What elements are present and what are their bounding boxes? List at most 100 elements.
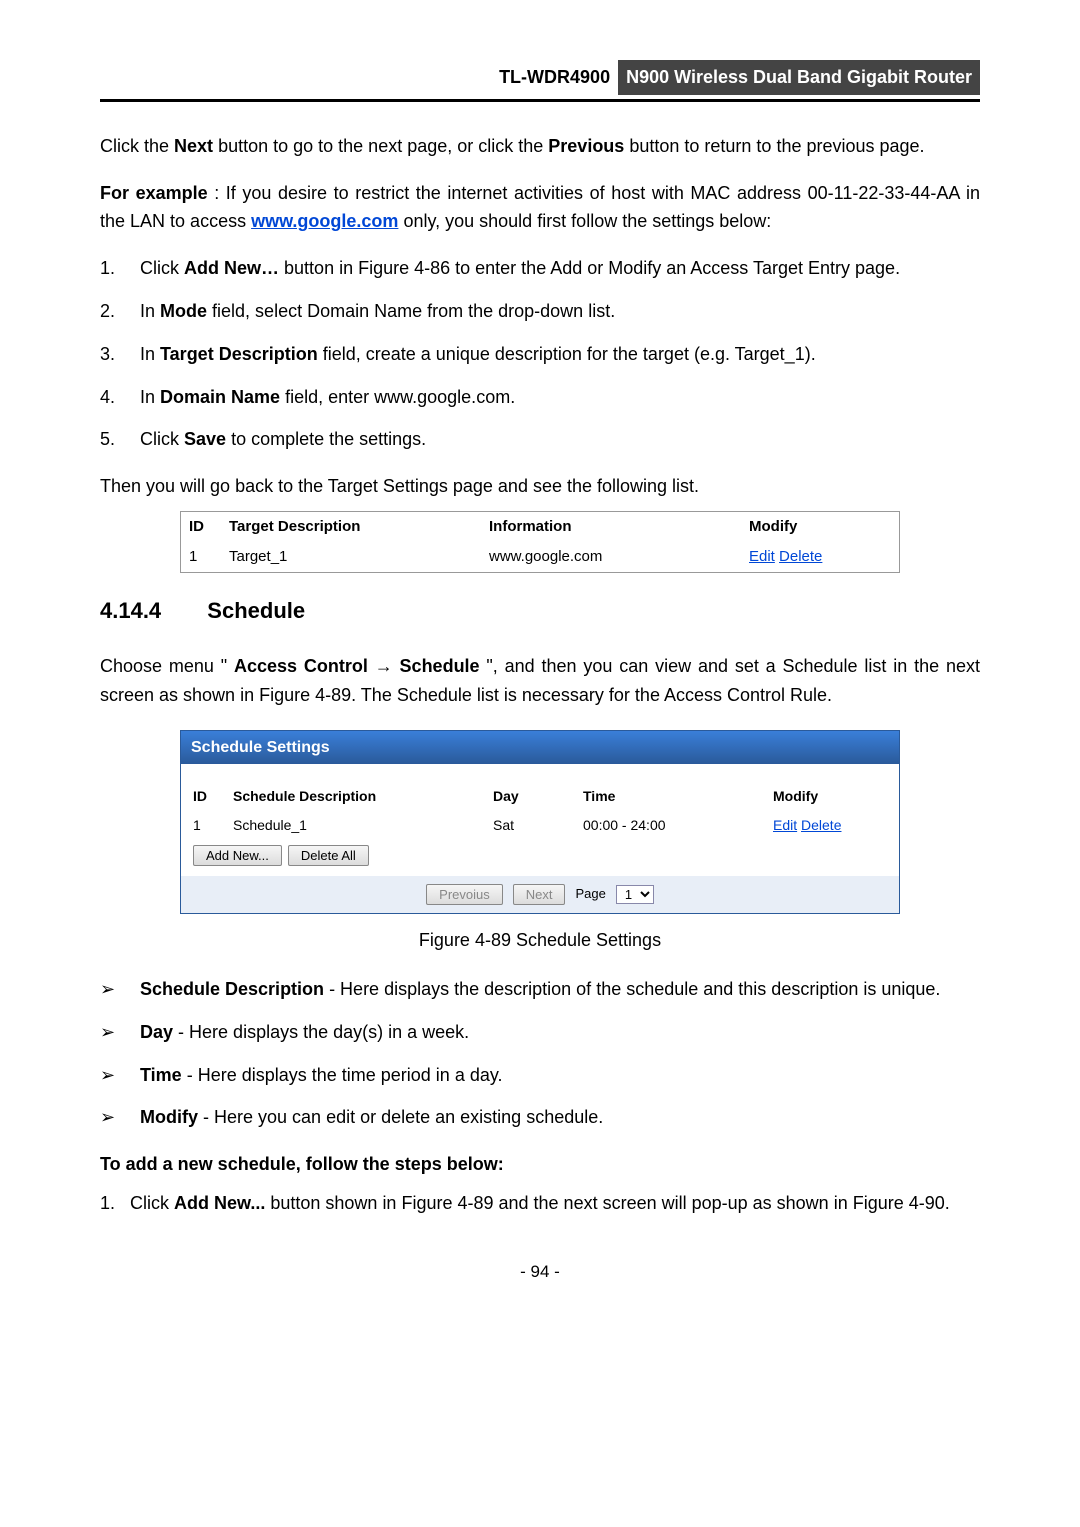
delete-link[interactable]: Delete	[779, 548, 822, 565]
model-label: TL-WDR4900	[499, 63, 610, 92]
section-title: Schedule	[207, 598, 305, 623]
bold: Day	[140, 1022, 173, 1042]
for-example-bold: For example	[100, 183, 208, 203]
text: - Here displays the day(s) in a week.	[178, 1022, 469, 1042]
product-label: N900 Wireless Dual Band Gigabit Router	[618, 60, 980, 95]
cell-sched-desc: Schedule_1	[233, 814, 493, 836]
col-day: Day	[493, 785, 583, 807]
table-header-row: ID Target Description Information Modify	[181, 512, 899, 542]
delete-all-button[interactable]: Delete All	[288, 845, 369, 866]
paragraph-to-add: To add a new schedule, follow the steps …	[100, 1150, 980, 1179]
button-row: Add New... Delete All	[193, 845, 887, 866]
text: button in Figure 4-86 to enter the Add o…	[284, 258, 900, 278]
target-table-wrap: ID Target Description Information Modify…	[100, 511, 980, 573]
col-target-desc: Target Description	[229, 515, 489, 539]
bold: Modify	[140, 1107, 198, 1127]
text: field, create a unique description for t…	[323, 344, 816, 364]
paragraph-example: For example : If you desire to restrict …	[100, 179, 980, 237]
cell-id: 1	[189, 545, 229, 569]
bold: Schedule Description	[140, 979, 324, 999]
save-bold: Save	[184, 429, 226, 449]
schedule-bold: Schedule	[400, 656, 480, 676]
cell-id: 1	[193, 814, 233, 836]
schedule-row: 1 Schedule_1 Sat 00:00 - 24:00 Edit Dele…	[193, 811, 887, 839]
col-time: Time	[583, 785, 773, 807]
delete-link[interactable]: Delete	[801, 817, 841, 833]
text: Choose menu "	[100, 656, 227, 676]
text: button to go to the next page, or click …	[218, 136, 548, 156]
to-add-bold: To add a new schedule, follow the steps …	[100, 1154, 504, 1174]
col-id: ID	[193, 785, 233, 807]
page-number: - 94 -	[100, 1258, 980, 1285]
text: button shown in Figure 4-89 and the next…	[270, 1193, 949, 1213]
col-information: Information	[489, 515, 749, 539]
paragraph-choose-menu: Choose menu " Access Control → Schedule …	[100, 652, 980, 710]
schedule-header-row: ID Schedule Description Day Time Modify	[193, 782, 887, 810]
text: button to return to the previous page.	[629, 136, 924, 156]
table-row: 1 Target_1 www.google.com Edit Delete	[181, 542, 899, 572]
bullet-modify: Modify - Here you can edit or delete an …	[100, 1103, 980, 1132]
cell-modify: Edit Delete	[749, 545, 891, 569]
mode-bold: Mode	[160, 301, 207, 321]
text: - Here displays the time period in a day…	[187, 1065, 503, 1085]
text: In	[140, 387, 160, 407]
bullet-day: Day - Here displays the day(s) in a week…	[100, 1018, 980, 1047]
step-1: Click Add New… button in Figure 4-86 to …	[100, 254, 980, 283]
col-modify: Modify	[749, 515, 891, 539]
schedule-settings-panel: Schedule Settings ID Schedule Descriptio…	[180, 730, 900, 914]
schedule-settings-title: Schedule Settings	[181, 731, 899, 765]
step-2: In Mode field, select Domain Name from t…	[100, 297, 980, 326]
cell-day: Sat	[493, 814, 583, 836]
page-select[interactable]: 1	[616, 885, 654, 904]
edit-link[interactable]: Edit	[773, 817, 797, 833]
text: field, enter www.google.com.	[285, 387, 515, 407]
bullet-schedule-description: Schedule Description - Here displays the…	[100, 975, 980, 1004]
col-id: ID	[189, 515, 229, 539]
google-link[interactable]: www.google.com	[251, 211, 398, 231]
step2-1: Click Add New... button shown in Figure …	[100, 1189, 980, 1218]
schedule-settings-wrap: Schedule Settings ID Schedule Descriptio…	[100, 730, 980, 914]
text: Click	[140, 429, 184, 449]
page-label: Page	[575, 884, 605, 905]
header-bar: TL-WDR4900 N900 Wireless Dual Band Gigab…	[100, 60, 980, 102]
target-table: ID Target Description Information Modify…	[180, 511, 900, 573]
bold: Time	[140, 1065, 182, 1085]
section-number: 4.14.4	[100, 598, 161, 623]
domain-name-bold: Domain Name	[160, 387, 280, 407]
text: ", and then you can view and set a Sched…	[100, 656, 980, 705]
col-sched-desc: Schedule Description	[233, 785, 493, 807]
col-modify: Modify	[773, 785, 887, 807]
text: - Here displays the description of the s…	[329, 979, 940, 999]
text: field, select Domain Name from the drop-…	[212, 301, 615, 321]
cell-information: www.google.com	[489, 545, 749, 569]
add-new-button[interactable]: Add New...	[193, 845, 282, 866]
text: Click the	[100, 136, 174, 156]
bullet-list: Schedule Description - Here displays the…	[100, 975, 980, 1132]
section-heading-schedule: 4.14.4 Schedule	[100, 593, 980, 628]
steps-list-1: Click Add New… button in Figure 4-86 to …	[100, 254, 980, 454]
paragraph-back-to-target: Then you will go back to the Target Sett…	[100, 472, 980, 501]
text: Click	[140, 258, 184, 278]
figure-caption: Figure 4-89 Schedule Settings	[100, 926, 980, 955]
target-desc-bold: Target Description	[160, 344, 318, 364]
edit-link[interactable]: Edit	[749, 548, 775, 565]
next-bold: Next	[174, 136, 213, 156]
add-new-bold: Add New…	[184, 258, 279, 278]
access-control-bold: Access Control	[234, 656, 368, 676]
text: - Here you can edit or delete an existin…	[203, 1107, 603, 1127]
previous-bold: Previous	[548, 136, 624, 156]
previous-button[interactable]: Prevoius	[426, 884, 503, 905]
add-new-bold-2: Add New...	[174, 1193, 265, 1213]
text: In	[140, 344, 160, 364]
arrow-icon: →	[375, 656, 400, 676]
cell-time: 00:00 - 24:00	[583, 814, 773, 836]
next-button[interactable]: Next	[513, 884, 566, 905]
steps-list-2: Click Add New... button shown in Figure …	[100, 1189, 980, 1218]
step-3: In Target Description field, create a un…	[100, 340, 980, 369]
step-4: In Domain Name field, enter www.google.c…	[100, 383, 980, 412]
schedule-footer: Prevoius Next Page 1	[181, 876, 899, 913]
cell-target-desc: Target_1	[229, 545, 489, 569]
bullet-time: Time - Here displays the time period in …	[100, 1061, 980, 1090]
cell-modify: Edit Delete	[773, 814, 887, 836]
schedule-settings-body: ID Schedule Description Day Time Modify …	[181, 764, 899, 876]
